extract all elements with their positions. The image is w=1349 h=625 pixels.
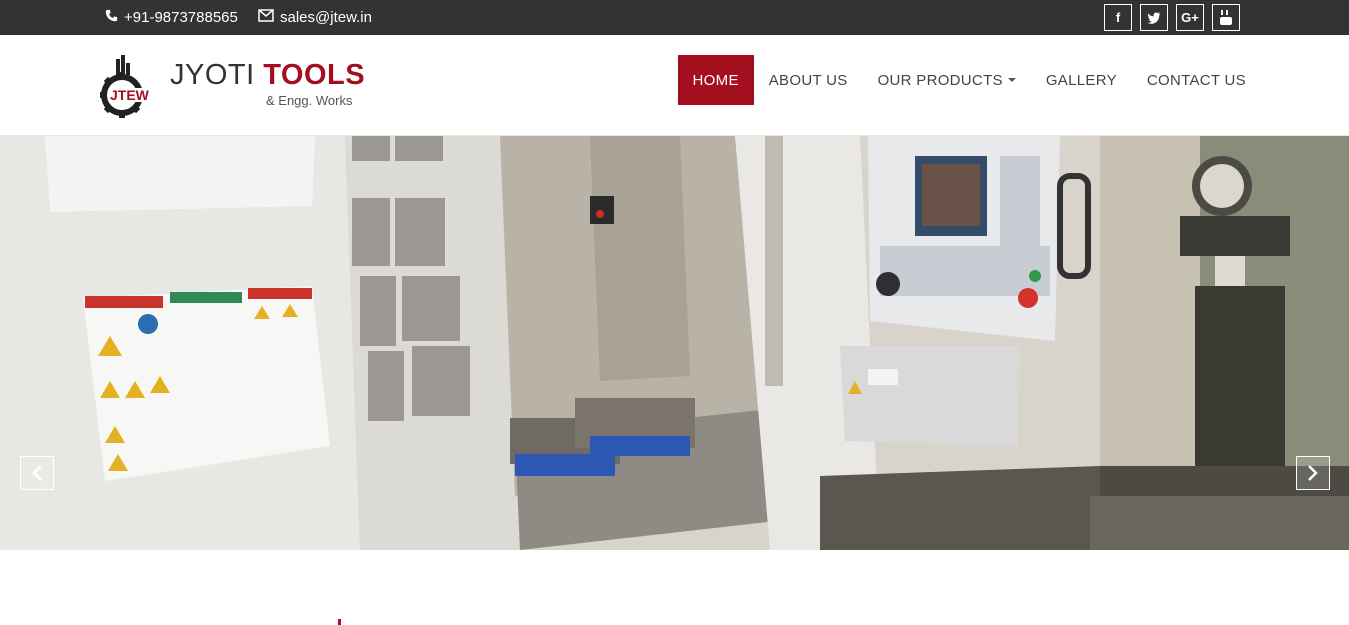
caret-down-icon (1007, 78, 1016, 82)
logo-brand-first: JYOTI (170, 59, 255, 91)
email-contact[interactable]: sales@jtew.in (258, 0, 372, 35)
social-links: f G+ (1104, 4, 1240, 31)
phone-number: +91-9873788565 (124, 9, 238, 26)
svg-text:JTEW: JTEW (110, 87, 150, 103)
phone-contact[interactable]: +91-9873788565 (105, 0, 238, 35)
nav-our-products[interactable]: OUR PRODUCTS (863, 55, 1031, 105)
email-address: sales@jtew.in (280, 9, 372, 26)
nav-home-label: HOME (692, 71, 739, 89)
hero-slide-image (0, 136, 1349, 550)
logo-brand-name: JYOTI TOOLS (170, 59, 365, 92)
nav-gallery-label: GALLERY (1045, 71, 1117, 89)
youtube-icon[interactable] (1212, 4, 1240, 31)
slider-prev-button[interactable] (20, 456, 54, 490)
section-heading-accent (338, 619, 341, 625)
phone-icon (105, 9, 118, 26)
site-header: JTEW JYOTI TOOLS & Engg. Works HOME ABOU… (0, 35, 1349, 136)
hero-slider (0, 136, 1349, 550)
site-logo[interactable]: JTEW JYOTI TOOLS & Engg. Works (100, 55, 370, 125)
main-nav: HOME ABOUT US OUR PRODUCTS GALLERY CONTA… (677, 55, 1261, 105)
envelope-icon (258, 9, 274, 26)
logo-tagline: & Engg. Works (266, 93, 353, 108)
nav-about-us[interactable]: ABOUT US (754, 55, 863, 105)
twitter-icon[interactable] (1140, 4, 1168, 31)
nav-about-label: ABOUT US (768, 71, 848, 89)
facebook-icon[interactable]: f (1104, 4, 1132, 31)
logo-brand-second: TOOLS (263, 59, 366, 91)
chevron-left-icon (32, 465, 42, 481)
nav-contact-us[interactable]: CONTACT US (1132, 55, 1261, 105)
top-bar: +91-9873788565 sales@jtew.in f G+ (0, 0, 1349, 35)
logo-gear-icon: JTEW (100, 55, 160, 118)
chevron-right-icon (1308, 465, 1318, 481)
nav-home[interactable]: HOME (677, 55, 754, 105)
google-plus-icon[interactable]: G+ (1176, 4, 1204, 31)
nav-products-label: OUR PRODUCTS (877, 71, 1003, 89)
nav-gallery[interactable]: GALLERY (1031, 55, 1132, 105)
slider-next-button[interactable] (1296, 456, 1330, 490)
nav-contact-label: CONTACT US (1146, 71, 1246, 89)
